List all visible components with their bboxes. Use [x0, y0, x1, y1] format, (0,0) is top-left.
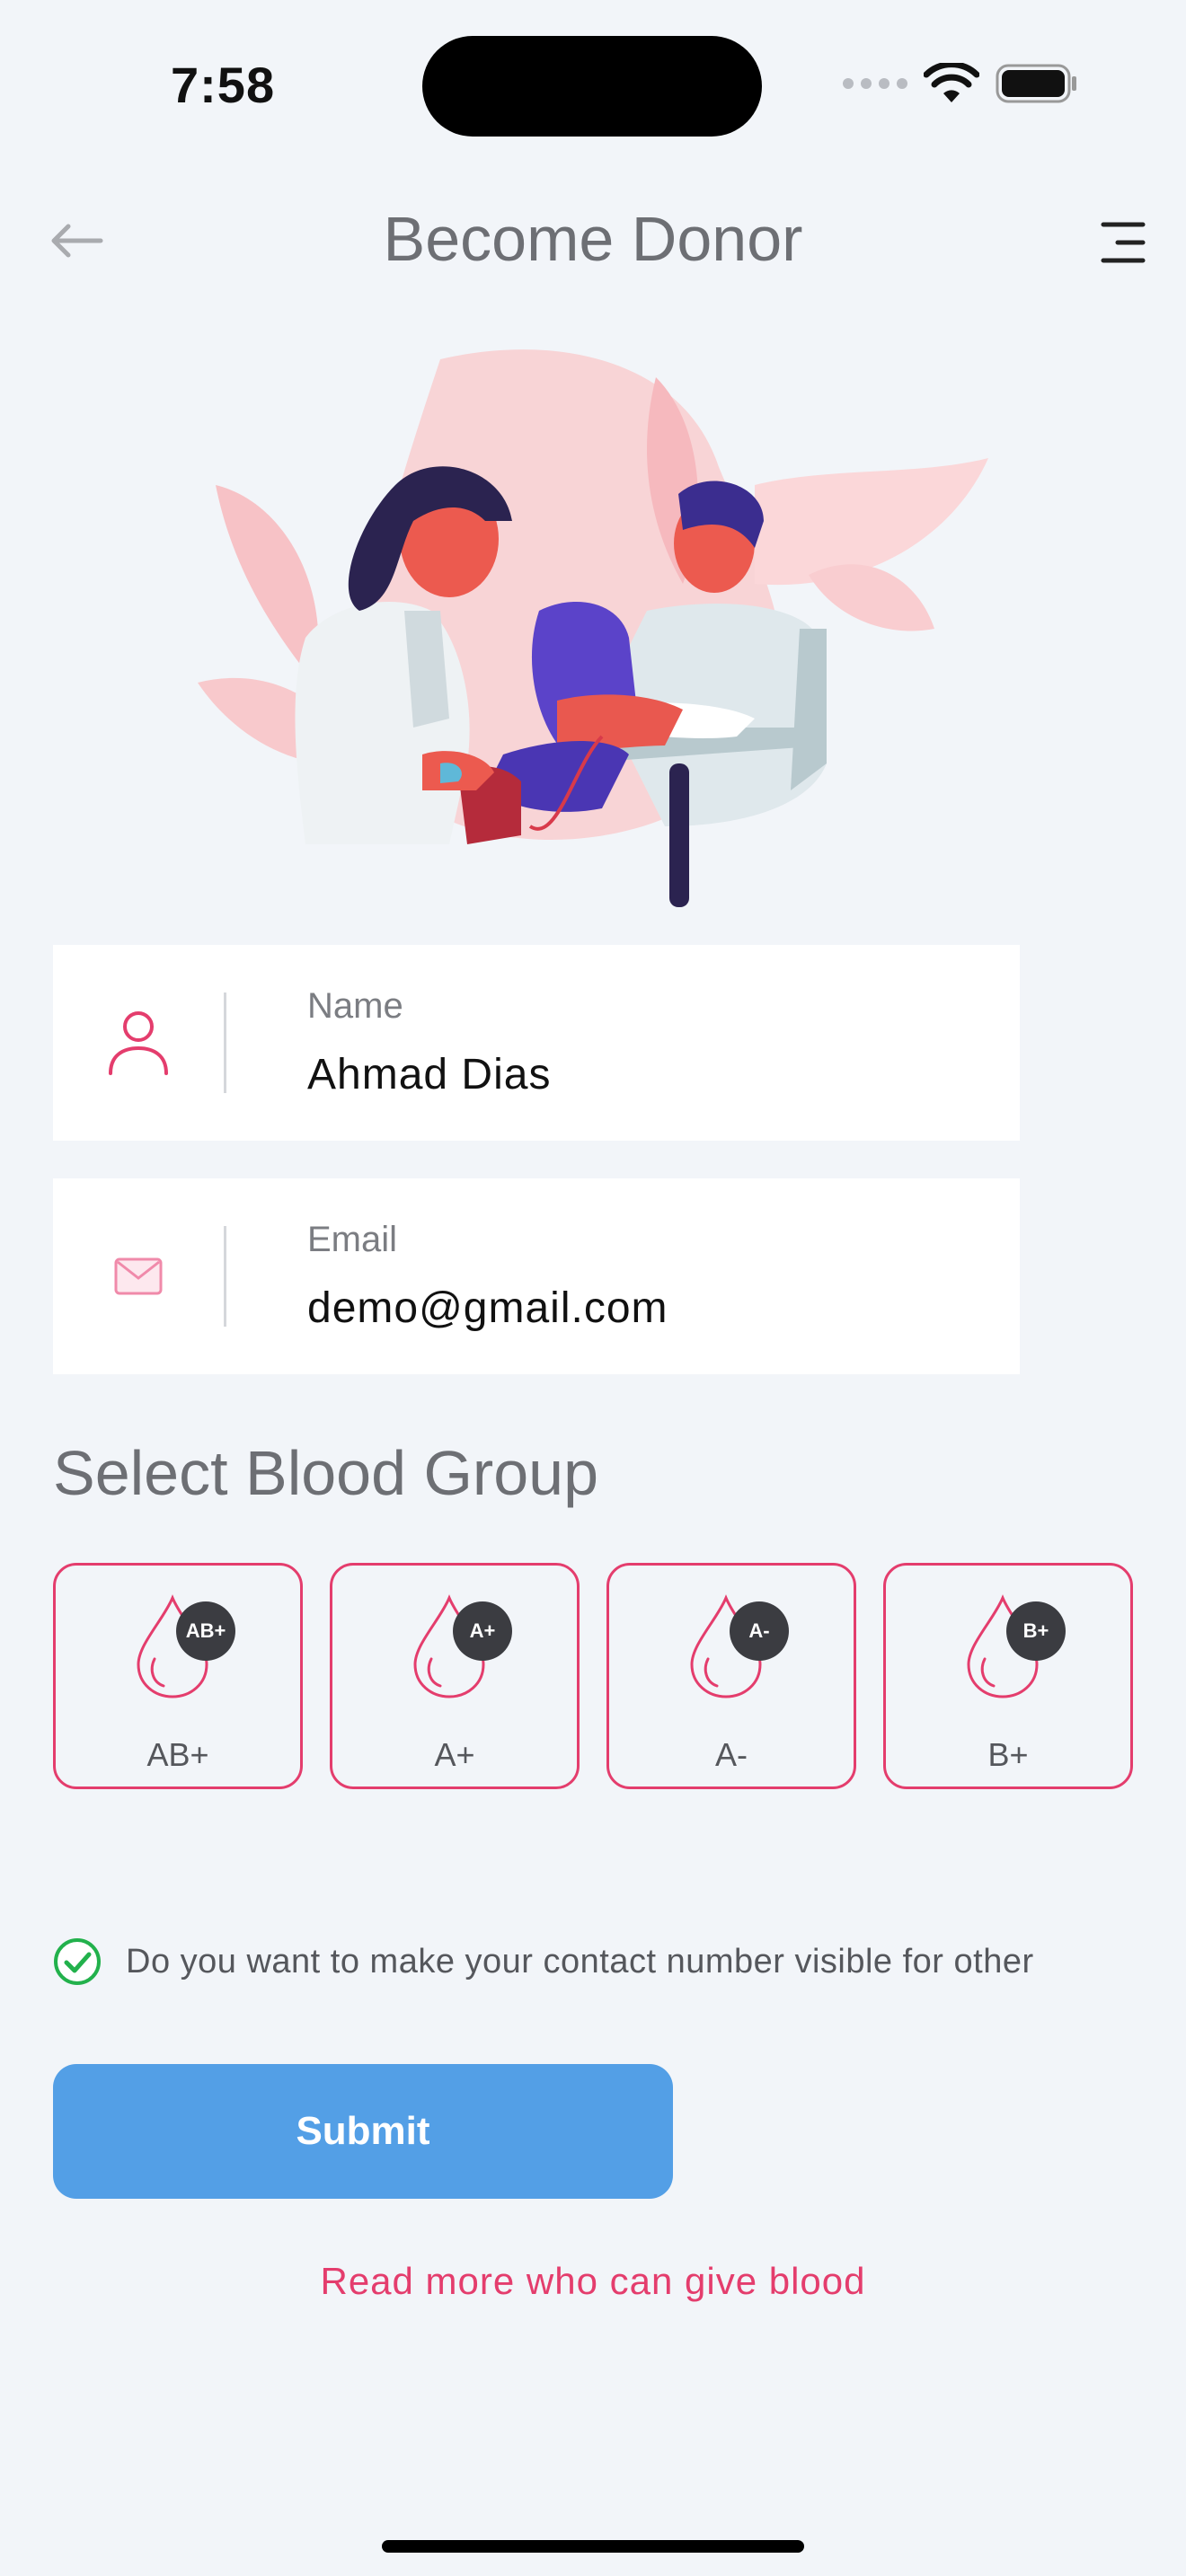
page-title: Become Donor — [383, 204, 803, 274]
mail-icon — [114, 1257, 163, 1295]
blood-group-a-negative[interactable]: A- A- — [606, 1563, 856, 1789]
blood-group-label: B+ — [987, 1736, 1029, 1773]
status-icons — [843, 63, 1078, 104]
blood-badge: A+ — [453, 1601, 512, 1661]
blood-group-ab-positive[interactable]: AB+ AB+ — [53, 1563, 303, 1789]
wifi-icon — [924, 63, 979, 102]
name-label: Name — [307, 986, 403, 1026]
submit-button[interactable]: Submit — [53, 2064, 673, 2199]
email-label: Email — [307, 1220, 398, 1259]
email-field[interactable]: Email — [53, 1178, 1020, 1374]
blood-group-title: Select Blood Group — [53, 1438, 599, 1508]
blood-donation-illustration — [198, 349, 988, 907]
menu-button[interactable] — [1096, 217, 1150, 268]
status-time: 7:58 — [171, 57, 276, 113]
check-circle-icon[interactable] — [52, 1936, 102, 1987]
blood-badge: AB+ — [176, 1601, 235, 1661]
battery-icon — [996, 64, 1076, 103]
blood-group-a-positive[interactable]: A+ A+ — [330, 1563, 580, 1789]
cellular-signal-icon — [843, 78, 907, 89]
blood-group-label: A+ — [434, 1736, 475, 1773]
dynamic-island — [422, 36, 762, 137]
home-indicator — [382, 2540, 804, 2553]
email-input[interactable] — [307, 1284, 936, 1333]
name-input[interactable] — [307, 1050, 936, 1099]
menu-icon — [1101, 222, 1146, 263]
contact-visibility-row[interactable]: Do you want to make your contact number … — [52, 1936, 1034, 1987]
blood-badge: A- — [730, 1601, 789, 1661]
blood-group-label: AB+ — [146, 1736, 209, 1773]
contact-visibility-label: Do you want to make your contact number … — [126, 1942, 1034, 1981]
read-more-link[interactable]: Read more who can give blood — [0, 2260, 1186, 2303]
blood-group-options: AB+ AB+ A+ A+ A- A- B+ B+ — [53, 1563, 1133, 1789]
blood-badge: B+ — [1006, 1601, 1066, 1661]
blood-group-label: A- — [715, 1736, 748, 1773]
blood-group-b-positive[interactable]: B+ B+ — [883, 1563, 1133, 1789]
user-icon — [109, 1011, 168, 1075]
name-field[interactable]: Name — [53, 945, 1020, 1141]
